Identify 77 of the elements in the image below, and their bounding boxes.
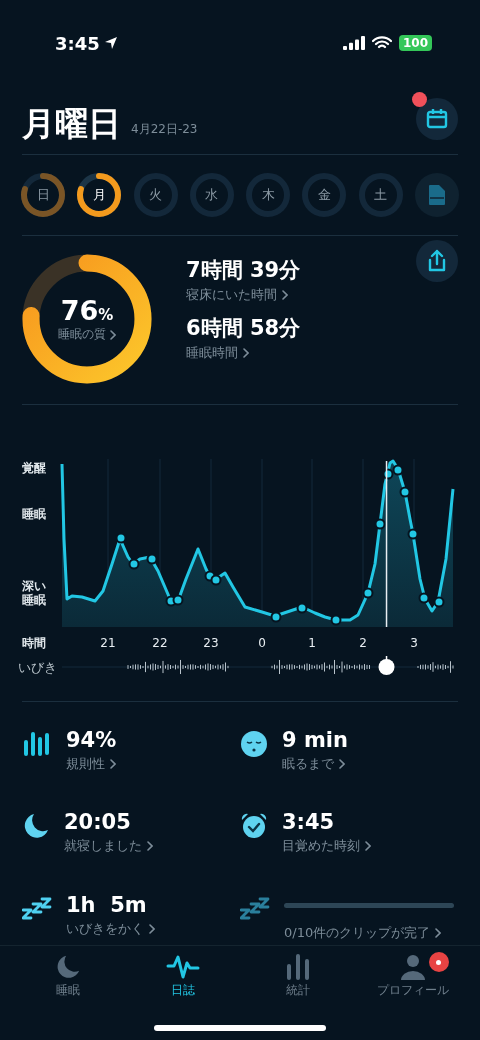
stat-label[interactable]: 眠るまで (282, 755, 334, 773)
chevron-icon (243, 348, 249, 358)
chevron-icon (282, 290, 288, 300)
day-selector[interactable]: 水 (189, 173, 234, 217)
stat-label[interactable]: 0/10件のクリップが完了 (284, 923, 431, 942)
progress-ring (189, 173, 234, 217)
share-button[interactable] (416, 240, 458, 282)
bars-icon (22, 730, 52, 756)
hour-label: 23 (203, 636, 219, 650)
signal-icon (342, 36, 365, 50)
stat-value: 9 min (282, 728, 348, 752)
day-selector[interactable]: 金 (302, 173, 347, 217)
progress-ring (133, 173, 178, 217)
stage-label: 覚醒 (22, 461, 46, 476)
calendar-icon (426, 108, 448, 130)
date-range: 4月22日-23 (131, 121, 198, 138)
wave-icon (165, 954, 200, 980)
alarm-clock-icon (240, 812, 268, 841)
chevron-icon (147, 841, 153, 852)
report-button[interactable] (414, 173, 459, 217)
tab[interactable]: プロフィール (362, 954, 463, 1004)
tab[interactable]: 日誌 (132, 954, 233, 1004)
hour-label: 1 (308, 636, 316, 650)
snore-label: いびき (18, 660, 57, 675)
chevron-icon (435, 927, 442, 938)
stat-label[interactable]: いびきをかく (66, 919, 144, 938)
document-icon (427, 184, 446, 206)
moon-icon (22, 812, 50, 841)
stat-label[interactable]: 目覚めた時刻 (282, 837, 360, 856)
day-selector[interactable]: 木 (246, 173, 291, 217)
day-selector[interactable]: 土 (358, 173, 403, 217)
hour-label: 3 (410, 636, 418, 650)
day-selector[interactable]: 日 (21, 173, 65, 217)
duration-value: 7時間 39分 (186, 257, 301, 284)
sleepy-face-icon (240, 730, 268, 758)
stat-value: 1h 5m (66, 892, 148, 917)
stage-label: 睡眠 (22, 507, 46, 522)
quality-score: 76% (60, 295, 114, 326)
stat-value: 20:05 (64, 810, 132, 835)
progress-ring (77, 173, 122, 217)
hour-label: 2 (359, 636, 367, 650)
stat-value: 3:45 (282, 810, 336, 835)
stage-label: 深い睡眠 (22, 579, 46, 608)
share-icon (426, 249, 448, 273)
clock-time: 3:45 (55, 32, 100, 54)
hour-label: 0 (258, 636, 266, 650)
battery-level: 100 (398, 35, 432, 51)
day-selector[interactable]: 月 (77, 173, 122, 217)
chevron-icon (149, 923, 155, 934)
chevron-icon (110, 329, 116, 340)
duration-value: 6時間 58分 (186, 315, 301, 342)
progress-ring (246, 173, 291, 217)
progress-ring (21, 173, 65, 217)
axis-title: 時間 (22, 636, 46, 650)
chevron-icon (110, 759, 116, 769)
day-title: 月曜日 (22, 107, 121, 140)
stat-value: 94% (66, 728, 117, 752)
person-icon (399, 954, 426, 980)
day-selector[interactable]: 火 (133, 173, 178, 217)
chevron-icon (365, 841, 371, 852)
tab[interactable]: 睡眠 (17, 954, 118, 1004)
stat-label[interactable]: 就寝しました (64, 837, 142, 856)
tab[interactable]: 統計 (247, 954, 348, 1004)
progress-ring (358, 173, 403, 217)
wifi-icon (371, 36, 392, 50)
stat-label[interactable]: 規則性 (66, 755, 105, 773)
playhead-handle[interactable] (378, 655, 395, 675)
hour-label: 21 (100, 636, 116, 650)
location-arrow-icon (103, 36, 118, 50)
duration-label[interactable]: 睡眠時間 (186, 344, 238, 362)
calendar-button[interactable] (416, 98, 458, 140)
quality-label[interactable]: 睡眠の質 (58, 326, 106, 343)
chevron-icon (339, 759, 345, 769)
bar-chart-icon (284, 954, 311, 980)
duration-label[interactable]: 寝床にいた時間 (186, 286, 277, 304)
progress-ring (302, 173, 347, 217)
hour-label: 22 (152, 636, 168, 650)
